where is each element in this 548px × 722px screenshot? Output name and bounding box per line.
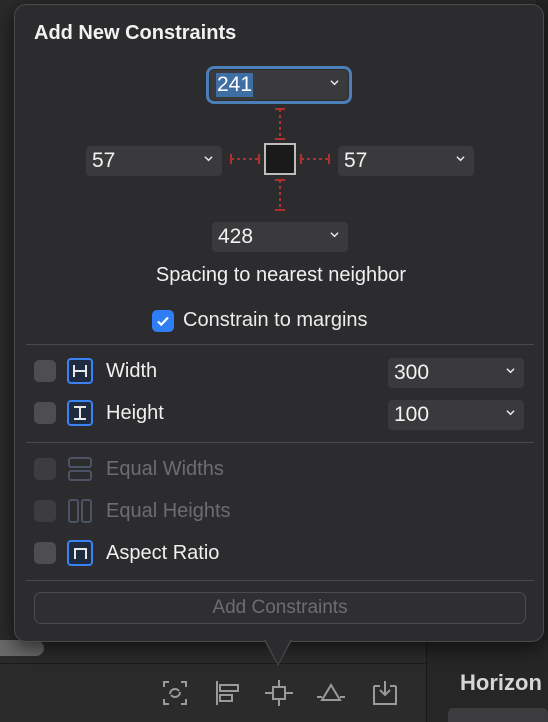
align-icon[interactable] [210,676,244,710]
width-value: 300 [394,361,430,384]
add-constraints-button[interactable]: Add Constraints [34,592,526,624]
aspect-ratio-row: Aspect Ratio [34,539,219,567]
top-spacing-field[interactable]: 241 [206,66,352,104]
trailing-spacing-value: 57 [344,149,368,172]
constrain-to-margins-row[interactable]: Constrain to margins [152,309,368,332]
bottom-spacing-value: 428 [218,225,254,248]
height-icon [66,399,94,427]
popover-arrow [265,639,291,664]
top-spacing-value: 241 [216,73,254,97]
section-divider [26,442,534,443]
chevron-down-icon [330,232,339,238]
update-frames-icon[interactable] [158,676,192,710]
bottom-strut[interactable] [272,177,288,213]
inspector-section-label: Horizon [460,670,542,695]
leading-strut[interactable] [228,151,262,167]
spacing-label: Spacing to nearest neighbor [155,264,407,286]
leading-spacing-value: 57 [92,149,116,172]
chevron-down-icon [330,80,339,86]
aspect-ratio-icon [66,539,94,567]
trailing-spacing-field[interactable]: 57 [338,146,474,176]
equal-widths-label: Equal Widths [106,457,224,480]
top-strut[interactable] [272,106,288,142]
width-value-field[interactable]: 300 [388,358,524,388]
trailing-strut[interactable] [298,151,332,167]
bottom-spacing-field[interactable]: 428 [212,222,348,252]
width-label: Width [106,359,158,382]
equal-heights-icon [66,497,94,525]
constrain-to-margins-checkbox[interactable] [152,309,174,332]
selected-view-box [264,143,296,175]
equal-widths-row: Equal Widths [34,455,224,483]
equal-heights-checkbox[interactable] [34,500,56,522]
chevron-down-icon [456,156,465,162]
chevron-down-icon [506,410,515,416]
equal-heights-row: Equal Heights [34,497,231,525]
height-label: Height [106,401,164,424]
aspect-ratio-checkbox[interactable] [34,542,56,564]
leading-spacing-field[interactable]: 57 [86,146,222,176]
add-constraints-icon[interactable] [262,676,296,710]
resolve-issues-icon[interactable] [314,676,348,710]
embed-in-icon[interactable] [368,676,402,710]
popover-title: Add New Constraints [34,22,237,44]
equal-widths-checkbox[interactable] [34,458,56,480]
equal-widths-icon [66,455,94,483]
bottom-bar-divider [0,663,426,664]
inspector-field[interactable] [448,708,548,722]
section-divider [26,344,534,345]
checkmark-icon [157,316,169,326]
aspect-ratio-label: Aspect Ratio [106,541,220,564]
height-value-field[interactable]: 100 [388,400,524,430]
section-divider [26,580,534,581]
width-checkbox[interactable] [34,360,56,382]
width-icon [66,357,94,385]
chevron-down-icon [204,156,213,162]
chevron-down-icon [506,368,515,374]
height-checkbox[interactable] [34,402,56,424]
height-row: Height [34,399,164,427]
equal-heights-label: Equal Heights [106,499,231,522]
height-value: 100 [394,403,430,426]
horizontal-scrollbar[interactable] [0,640,44,656]
width-row: Width [34,357,157,385]
constrain-to-margins-label: Constrain to margins [183,309,368,331]
